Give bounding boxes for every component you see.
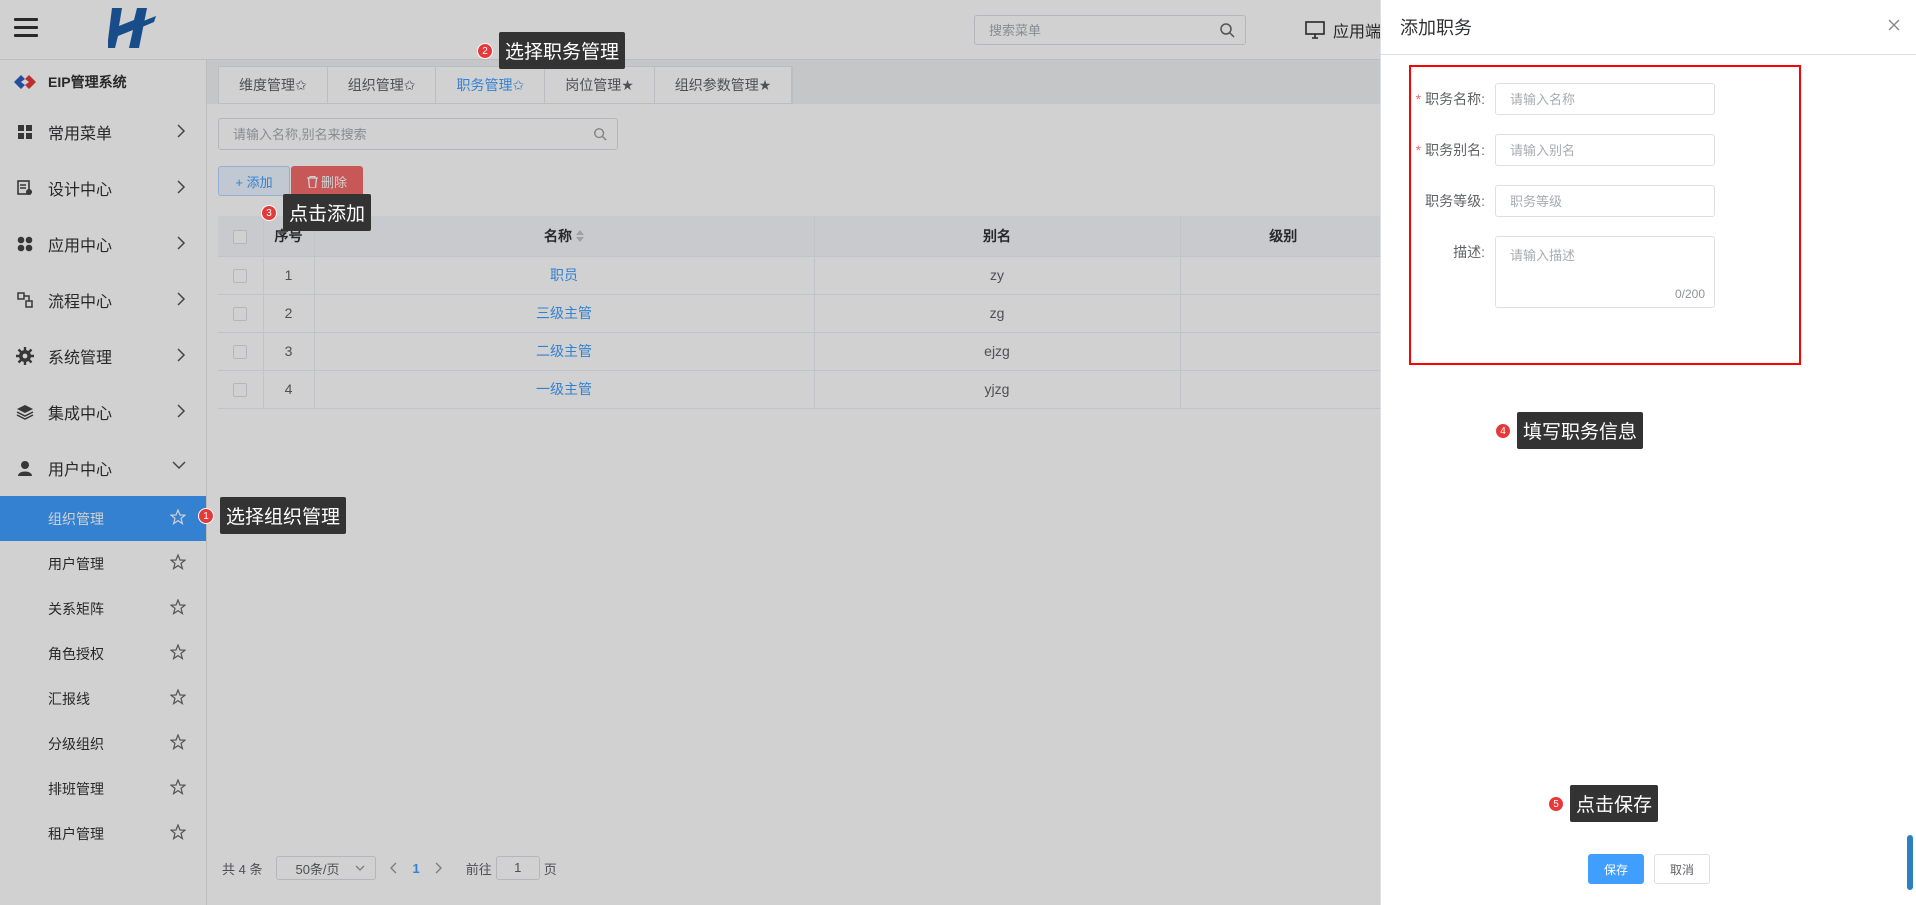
callout-number: 5: [1548, 795, 1564, 812]
required-mark: *: [1415, 91, 1422, 107]
callout-number: 4: [1495, 422, 1511, 439]
description-counter: 0/200: [1674, 287, 1705, 301]
callout-step-5: 5 点击保存: [1548, 785, 1659, 822]
description-label: 描述:: [1453, 244, 1485, 260]
position-name-input[interactable]: [1495, 83, 1715, 115]
drawer-overlay[interactable]: [0, 0, 1380, 905]
position-alias-label: * 职务别名:: [1415, 142, 1485, 158]
form-row-position-name: * 职务名称:: [1411, 83, 1715, 115]
callout-text: 选择组织管理: [220, 497, 347, 534]
callout-text: 选择职务管理: [499, 32, 626, 69]
callout-number: 2: [477, 42, 493, 59]
callout-step-4: 4 填写职务信息: [1495, 412, 1644, 449]
callout-number: 3: [261, 204, 277, 221]
position-name-label: * 职务名称:: [1415, 91, 1485, 107]
required-mark: *: [1415, 142, 1422, 158]
cancel-button[interactable]: 取消: [1654, 854, 1710, 884]
form-row-position-level: 职务等级:: [1411, 185, 1715, 217]
callout-step-2: 2 选择职务管理: [477, 32, 626, 69]
form-row-position-alias: * 职务别名:: [1411, 134, 1715, 166]
drawer-title: 添加职务: [1400, 18, 1472, 38]
position-alias-input[interactable]: [1495, 134, 1715, 166]
position-level-input[interactable]: [1495, 185, 1715, 217]
callout-number: 1: [198, 507, 214, 524]
callout-text: 点击保存: [1570, 785, 1659, 822]
callout-text: 点击添加: [283, 194, 372, 231]
drawer-scrollbar[interactable]: [1907, 835, 1913, 890]
form-highlight-box: *职务名称: *职务别名: 职务等级: 描述: 0/200: [1409, 65, 1801, 365]
close-icon[interactable]: [1888, 19, 1900, 31]
callout-step-3: 3 点击添加: [261, 194, 372, 231]
callout-step-1: 1 选择组织管理: [198, 497, 347, 534]
form-row-description: 描述: 0/200: [1411, 236, 1715, 311]
add-position-drawer: 添加职务 *职务名称: *职务别名: 职务等级: 描述: 0/200 保存 取消: [1380, 0, 1916, 905]
drawer-header: 添加职务: [1381, 0, 1916, 55]
callout-text: 填写职务信息: [1517, 412, 1644, 449]
save-button[interactable]: 保存: [1588, 854, 1644, 884]
position-level-label: 职务等级:: [1425, 193, 1485, 209]
